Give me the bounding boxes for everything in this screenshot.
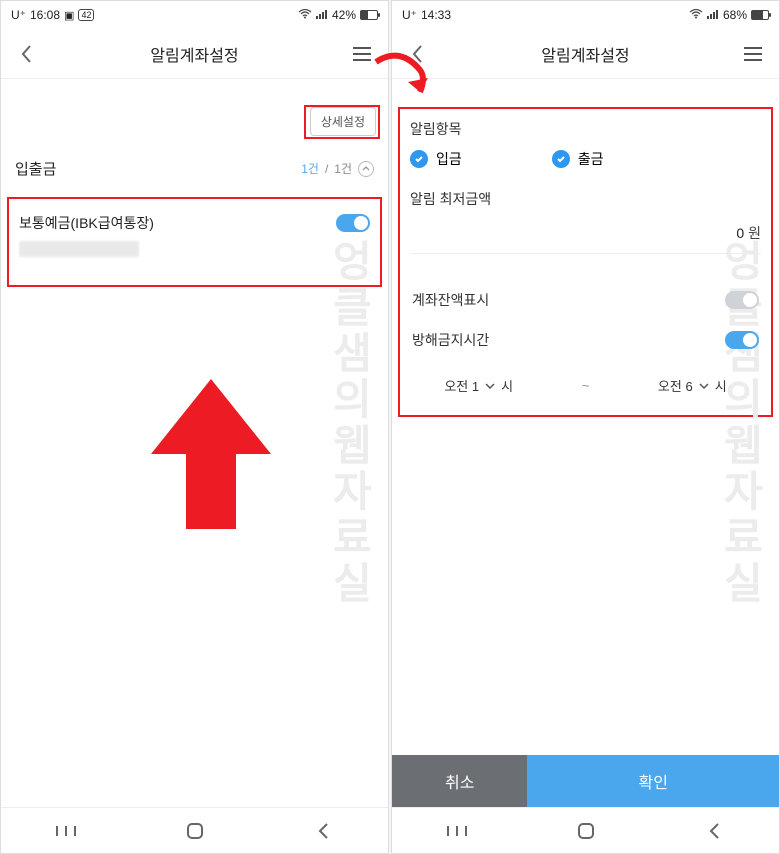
carrier-label: U⁺ [11, 8, 26, 22]
withdraw-checkbox[interactable]: 출금 [552, 149, 604, 169]
left-phone: U⁺ 16:08 ▣ 42 42% 알림계좌설정 엉클샘의웹자료실 상세설정 [0, 0, 389, 854]
count-current: 1건 [301, 160, 319, 177]
carrier-label: U⁺ [402, 8, 417, 22]
back-button[interactable] [406, 42, 430, 66]
dnd-end-dropdown[interactable]: 오전 6 시 [658, 376, 727, 395]
clock-label: 16:08 [30, 8, 60, 22]
battery-pct-label: 68% [723, 8, 747, 22]
clock-label: 14:33 [421, 8, 451, 22]
dnd-start-dropdown[interactable]: 오전 1 시 [444, 376, 513, 395]
nav-recents-button[interactable] [446, 820, 468, 842]
page-title: 알림계좌설정 [39, 42, 350, 66]
account-number-redacted [19, 241, 139, 257]
show-balance-label: 계좌잔액표시 [412, 290, 489, 310]
account-toggle[interactable] [336, 214, 370, 232]
android-nav-bar [392, 807, 779, 853]
battery-pct-label: 42% [332, 8, 356, 22]
min-amount-field[interactable]: 0 원 [410, 219, 761, 254]
status-bar: U⁺ 14:33 68% [392, 1, 779, 29]
app-header: 알림계좌설정 [392, 29, 779, 79]
detail-settings-panel: 알림항목 입금 출금 알림 최저금액 0 원 [398, 107, 773, 417]
deposit-checkbox[interactable]: 입금 [410, 149, 462, 169]
min-amount-value: 0 [736, 225, 744, 241]
annotation-arrow-up-icon [151, 379, 271, 549]
battery-icon [360, 10, 378, 20]
image-icon: ▣ [64, 9, 74, 22]
count-sep: / [325, 162, 328, 176]
app-header: 알림계좌설정 [1, 29, 388, 79]
checkmark-icon [552, 150, 570, 168]
nav-home-button[interactable] [575, 820, 597, 842]
section-title: 입출금 [15, 158, 56, 179]
nav-recents-button[interactable] [55, 820, 77, 842]
chevron-down-icon [485, 382, 495, 390]
back-button[interactable] [15, 42, 39, 66]
nav-back-button[interactable] [704, 820, 726, 842]
menu-button[interactable] [741, 42, 765, 66]
hour-unit: 시 [715, 376, 727, 395]
won-unit: 원 [748, 223, 761, 243]
signal-icon [707, 9, 719, 22]
min-amount-label: 알림 최저금액 [410, 189, 761, 209]
nav-home-button[interactable] [184, 820, 206, 842]
android-nav-bar [1, 807, 388, 853]
category-label: 알림항목 [410, 119, 761, 139]
checkmark-icon [410, 150, 428, 168]
account-name: 보통예금(IBK급여통장) [19, 213, 154, 233]
battery-icon [751, 10, 769, 20]
section-header: 입출금 1건 / 1건 [1, 146, 388, 191]
dnd-start-value: 오전 1 [444, 376, 479, 395]
account-card[interactable]: 보통예금(IBK급여통장) [7, 197, 382, 287]
dnd-label: 방해금지시간 [412, 330, 489, 350]
watermark-text: 엉클샘의웹자료실 [319, 239, 380, 607]
chevron-down-icon [699, 382, 709, 390]
wifi-icon [689, 9, 703, 22]
menu-button[interactable] [350, 42, 374, 66]
cancel-button[interactable]: 취소 [392, 755, 527, 807]
nav-back-button[interactable] [313, 820, 335, 842]
collapse-icon[interactable] [358, 161, 374, 177]
count-total: 1건 [334, 160, 352, 177]
withdraw-label: 출금 [578, 149, 604, 169]
notif-count-badge: 42 [78, 9, 94, 21]
deposit-label: 입금 [436, 149, 462, 169]
right-phone: U⁺ 14:33 68% 알림계좌설정 엉클샘의웹자료실 알림항목 [391, 0, 780, 854]
footer-buttons: 취소 확인 [392, 755, 779, 807]
wifi-icon [298, 9, 312, 22]
highlight-box-detail-btn [304, 105, 380, 139]
time-range-sep: ~ [582, 378, 590, 393]
confirm-button[interactable]: 확인 [527, 755, 779, 807]
hour-unit: 시 [501, 376, 513, 395]
status-bar: U⁺ 16:08 ▣ 42 42% [1, 1, 388, 29]
page-title: 알림계좌설정 [430, 42, 741, 66]
dnd-toggle[interactable] [725, 331, 759, 349]
show-balance-toggle[interactable] [725, 291, 759, 309]
signal-icon [316, 9, 328, 22]
dnd-end-value: 오전 6 [658, 376, 693, 395]
